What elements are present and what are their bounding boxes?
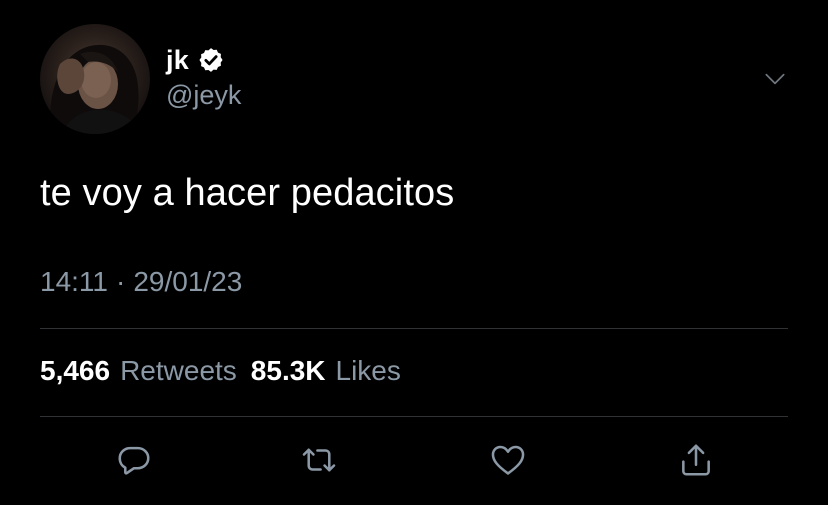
likes-count: 85.3K (250, 355, 326, 386)
tweet-text: te voy a hacer pedacitos (40, 172, 455, 214)
retweets-stat[interactable]: 5,466 Retweets (40, 355, 237, 387)
reply-button[interactable] (112, 438, 156, 482)
verified-badge-icon (197, 46, 225, 74)
author-handle[interactable]: @jeyk (166, 80, 241, 111)
divider (40, 328, 788, 329)
retweet-button[interactable] (297, 438, 341, 482)
divider (40, 416, 788, 417)
retweets-count: 5,466 (40, 355, 111, 386)
reply-icon (118, 446, 150, 475)
avatar-photo-icon (49, 44, 140, 134)
share-button[interactable] (674, 438, 718, 482)
tweet-timestamp[interactable]: 14:11 · 29/01/23 (40, 266, 242, 298)
retweet-icon (302, 448, 336, 472)
tweet-card: jk @jeyk te voy a hacer pedacitos 14:11 … (0, 0, 828, 505)
like-icon (491, 445, 525, 475)
like-button[interactable] (486, 438, 530, 482)
likes-label: Likes (335, 355, 401, 386)
share-icon (682, 444, 710, 476)
avatar[interactable] (40, 24, 150, 134)
timestamp-separator: · (116, 266, 126, 297)
tweet-date: 29/01/23 (133, 266, 243, 297)
tweet-actions-bar (0, 438, 828, 482)
retweets-label: Retweets (120, 355, 237, 386)
likes-stat[interactable]: 85.3K Likes (251, 355, 401, 387)
display-name[interactable]: jk (166, 45, 189, 76)
tweet-time: 14:11 (40, 266, 108, 297)
more-options-chevron-down-icon[interactable] (762, 66, 788, 92)
tweet-stats: 5,466 Retweets 85.3K Likes (40, 355, 401, 387)
author-name-row[interactable]: jk (166, 40, 225, 80)
